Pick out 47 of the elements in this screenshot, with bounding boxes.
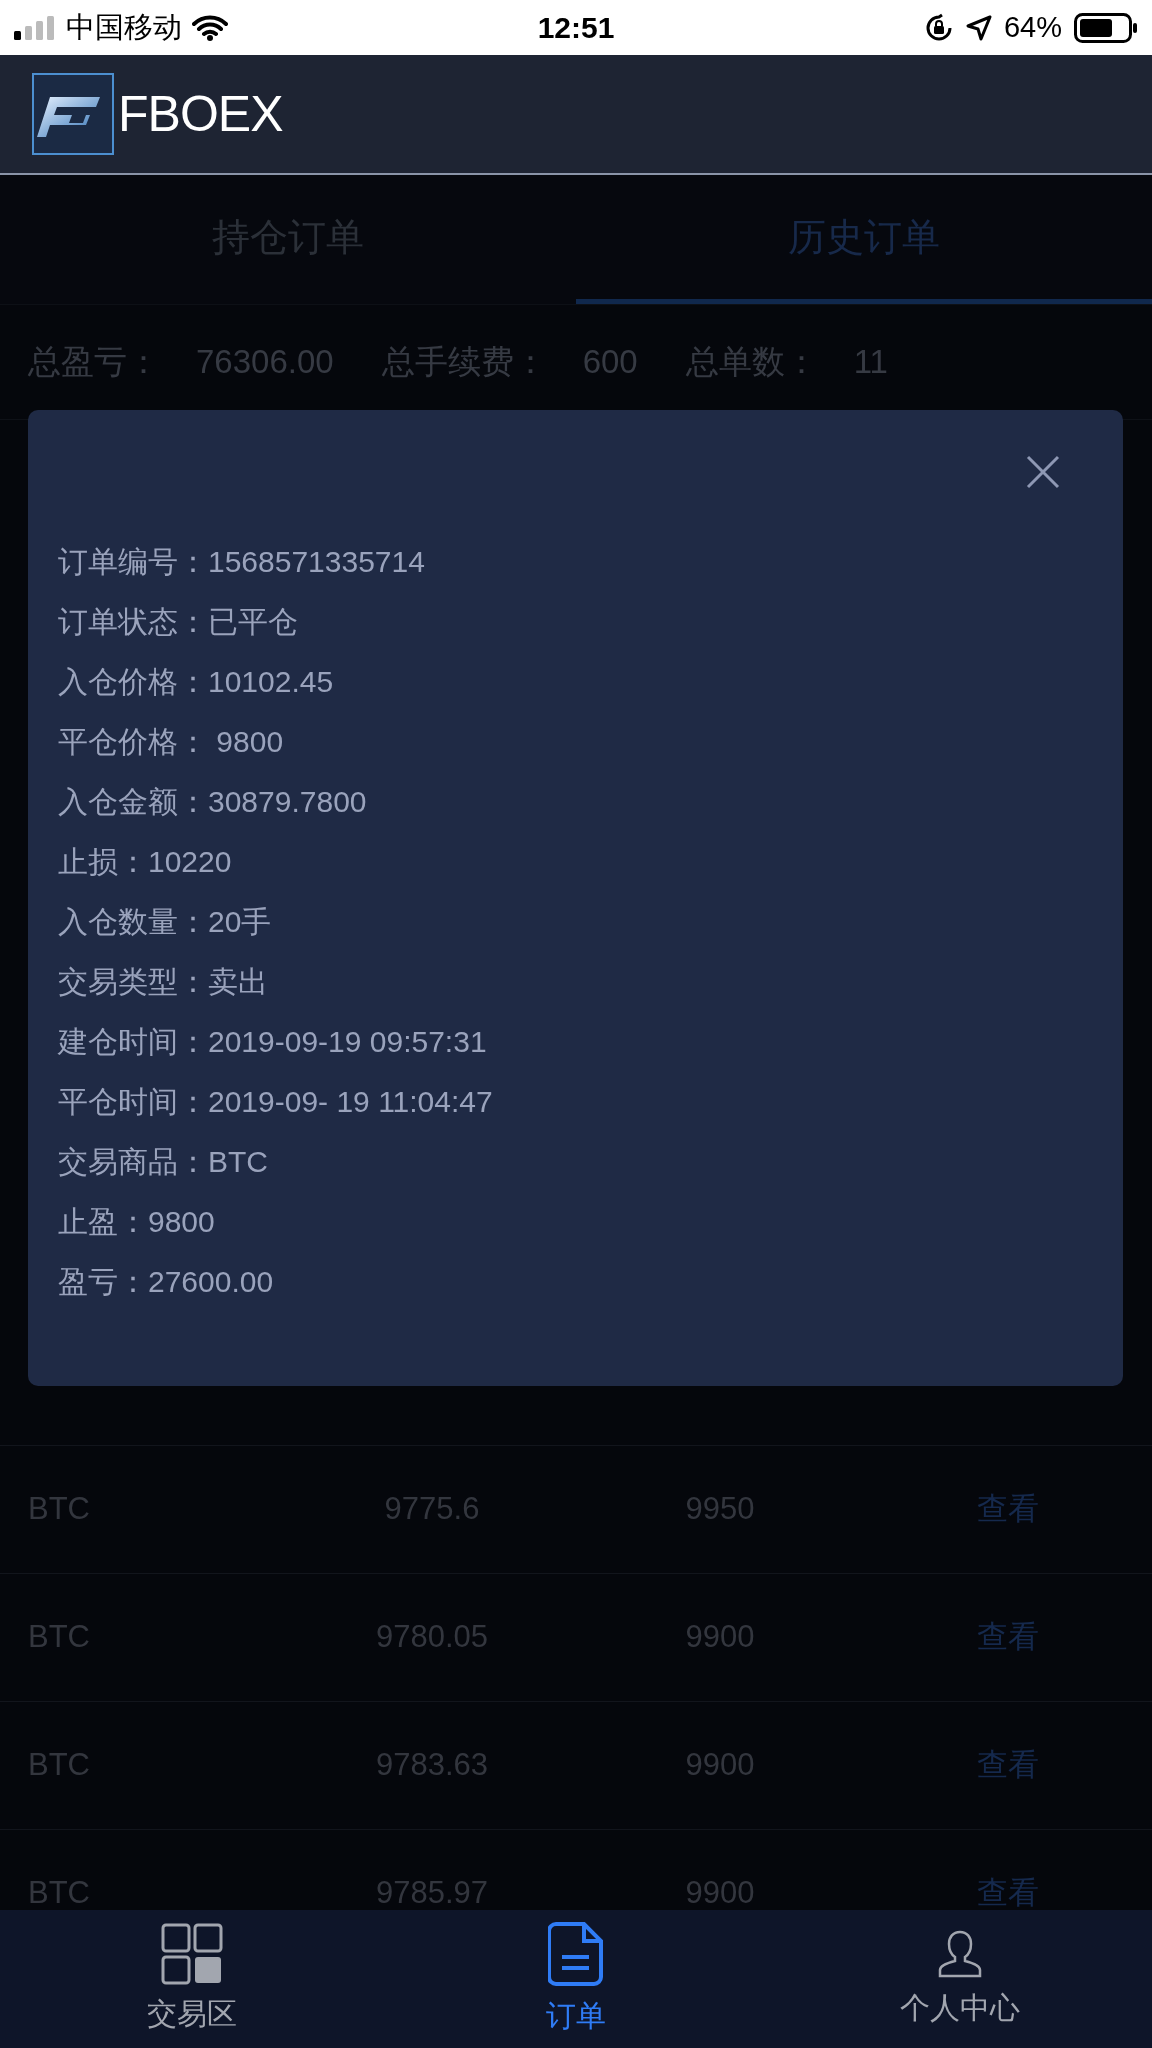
field-label: 建仓时间： [58,1024,208,1060]
field-label: 平仓价格： [58,724,208,760]
field-value: 27600.00 [148,1264,274,1300]
field-value: 9800 [215,724,284,760]
field-label: 订单编号： [58,544,208,580]
field-label: 交易商品： [58,1144,208,1180]
field-value: 10220 [148,844,232,880]
field-label: 止盈： [58,1204,148,1240]
field-label: 交易类型： [58,964,208,1000]
view-link[interactable]: 查看 [977,1614,1039,1661]
field-value: 9800 [148,1204,215,1240]
carrier-name: 中国移动 [66,9,182,45]
close-icon [1026,455,1060,489]
field-value: 卖出 [208,964,268,1000]
field-value: 20手 [208,904,272,940]
field-label: 平仓时间： [58,1084,208,1120]
field-value: 30879.7800 [208,784,367,820]
grid-icon [161,1922,223,1985]
view-link[interactable]: 查看 [977,1870,1039,1910]
document-icon [548,1920,604,1987]
location-icon [965,14,992,41]
person-icon [937,1928,983,1979]
field-label: 入仓金额： [58,784,208,820]
field-label: 止损： [58,844,148,880]
field-label: 入仓数量： [58,904,208,940]
field-value: 2019-09- 19 11:04:47 [208,1084,493,1120]
battery-icon [1074,12,1138,43]
field-label: 入仓价格： [58,664,208,700]
field-value: 2019-09-19 09:57:31 [208,1024,487,1060]
nav-tab[interactable]: 交易区 [0,1910,384,2048]
nav-tab[interactable]: 个人中心 [768,1910,1152,2048]
view-link[interactable]: 查看 [977,1486,1039,1533]
view-link[interactable]: 查看 [977,1742,1039,1789]
nav-tab[interactable]: 订单 [384,1910,768,2048]
logo-text: FBOEX [118,84,283,144]
signal-icon [14,15,56,40]
field-value: 1568571335714 [208,544,425,580]
field-value: BTC [208,1144,268,1180]
order-tab[interactable]: 历史订单 [576,175,1152,304]
field-label: 盈亏： [58,1264,148,1300]
field-value: 已平仓 [208,604,298,640]
battery-percent: 64% [1003,9,1062,45]
clock-time: 12:51 [536,10,616,46]
field-value: 10102.45 [208,664,334,700]
logo-icon [32,73,114,155]
field-label: 订单状态： [58,604,208,640]
wifi-icon [192,14,228,41]
